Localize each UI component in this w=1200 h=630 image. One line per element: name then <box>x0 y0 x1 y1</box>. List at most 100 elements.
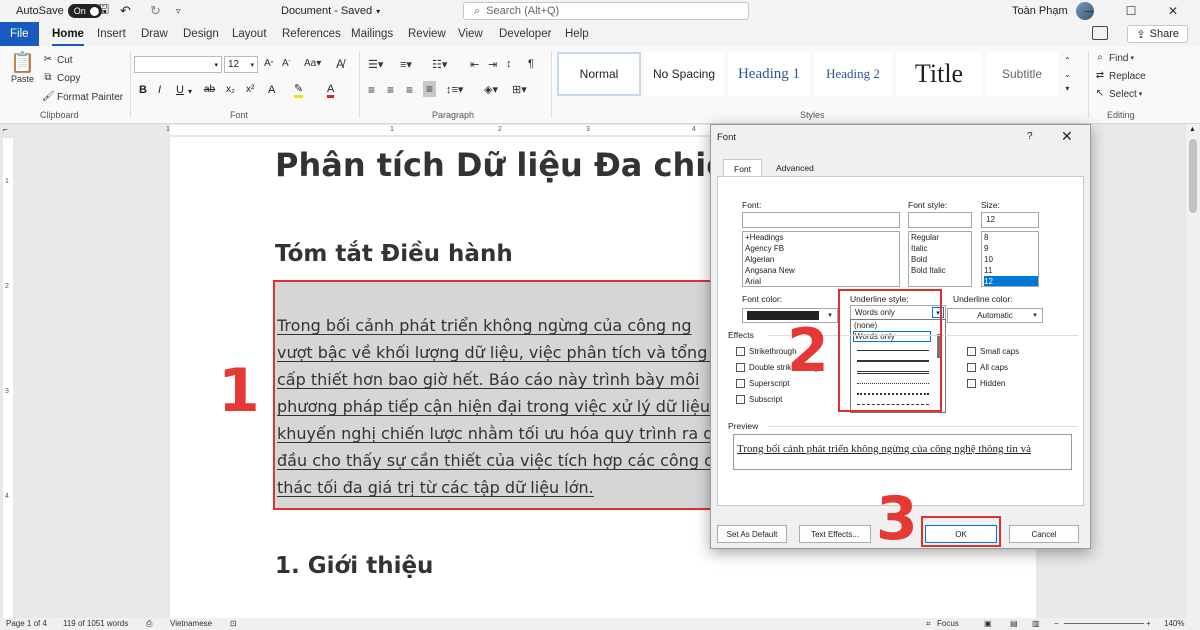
style-title[interactable]: Title <box>896 52 982 96</box>
tab-view[interactable]: View <box>458 22 483 46</box>
tab-mailings[interactable]: Mailings <box>351 22 393 46</box>
select-button[interactable]: ↖ Select ▾ <box>1094 88 1143 100</box>
document-title[interactable]: Document - Saved ▾ <box>281 0 380 22</box>
align-center-icon[interactable]: ≡ <box>387 83 394 97</box>
zoom-slider[interactable] <box>1064 623 1144 624</box>
superscript-button[interactable]: x² <box>246 84 254 95</box>
change-case-button[interactable]: Aa▾ <box>304 58 321 69</box>
superscript-checkbox[interactable]: Superscript <box>736 379 789 388</box>
sort-icon[interactable]: ↕ <box>506 58 512 70</box>
close-icon[interactable]: ✕ <box>1061 128 1073 145</box>
tab-references[interactable]: References <box>282 22 341 46</box>
tab-developer[interactable]: Developer <box>499 22 551 46</box>
vertical-ruler[interactable]: 1 2 3 4 <box>0 138 16 618</box>
minimize-icon[interactable]: ─ <box>1068 0 1110 22</box>
style-no-spacing[interactable]: No Spacing <box>644 52 724 96</box>
scroll-thumb[interactable] <box>1189 139 1197 213</box>
help-icon[interactable]: ? <box>1027 131 1033 142</box>
zoom-in-icon[interactable]: + <box>1146 619 1151 628</box>
close-window-icon[interactable]: ✕ <box>1152 0 1194 22</box>
size-list-item-selected[interactable]: 12 <box>984 276 1038 286</box>
style-list-item[interactable]: Bold Italic <box>911 265 971 276</box>
font-color-icon[interactable]: A <box>327 84 335 98</box>
size-list-item[interactable]: 9 <box>984 243 1038 254</box>
scroll-up-icon[interactable]: ▲ <box>1189 126 1196 133</box>
justify-icon[interactable]: ≡ <box>423 81 437 97</box>
font-list-item[interactable]: Arial <box>745 276 899 286</box>
style-list-item[interactable]: Regular <box>911 232 971 243</box>
subscript-checkbox[interactable]: Subscript <box>736 395 782 404</box>
undo-icon[interactable]: ↶ <box>120 0 131 22</box>
increase-indent-icon[interactable]: ⇥ <box>488 58 497 71</box>
vertical-scrollbar[interactable]: ▲ <box>1186 124 1200 618</box>
size-list-item[interactable]: 11 <box>984 265 1038 276</box>
line-spacing-icon[interactable]: ↕≡▾ <box>446 83 463 96</box>
style-list-item[interactable]: Italic <box>911 243 971 254</box>
format-painter-button[interactable]: 🖌 Format Painter <box>42 91 123 103</box>
clear-formatting-icon[interactable]: A̸ <box>336 57 344 71</box>
print-layout-icon[interactable]: ▤ <box>1010 619 1018 628</box>
multilevel-list-icon[interactable]: ☷▾ <box>432 58 447 71</box>
font-name-select[interactable]: ▾ <box>134 56 222 73</box>
tab-file[interactable]: File <box>0 22 39 46</box>
comments-icon[interactable] <box>1092 26 1108 40</box>
paste-button[interactable]: 📋 Paste <box>10 52 35 84</box>
underline-dropdown[interactable]: ▾ <box>188 87 192 96</box>
save-icon[interactable]: 🖫 <box>98 0 109 22</box>
read-mode-icon[interactable]: ▣ <box>984 619 992 628</box>
font-list-item[interactable]: Algerian <box>745 254 899 265</box>
style-normal[interactable]: Normal <box>557 52 641 96</box>
focus-icon[interactable]: ⌗ <box>926 619 931 629</box>
tab-help[interactable]: Help <box>565 22 589 46</box>
autosave[interactable]: AutoSave On <box>16 0 102 22</box>
style-list-item[interactable]: Bold <box>911 254 971 265</box>
styles-scroll[interactable]: ⌃ ⌄ ▾ <box>1064 54 1071 96</box>
grow-font-button[interactable]: A ^ <box>264 58 274 69</box>
text-effects-icon[interactable]: A <box>268 84 275 96</box>
copy-button[interactable]: ⧉ Copy <box>42 72 80 84</box>
tab-review[interactable]: Review <box>408 22 446 46</box>
italic-button[interactable]: I <box>158 84 161 96</box>
web-layout-icon[interactable]: ▥ <box>1032 619 1040 628</box>
zoom-out-icon[interactable]: − <box>1054 619 1059 628</box>
numbering-icon[interactable]: ≡▾ <box>400 58 412 71</box>
cancel-button[interactable]: Cancel <box>1009 525 1079 543</box>
font-list-item[interactable]: +Headings <box>745 232 899 243</box>
all-caps-checkbox[interactable]: All caps <box>967 363 1008 372</box>
proofing-icon[interactable]: ⎙ <box>146 619 152 629</box>
accessibility-icon[interactable]: ⊡ <box>230 619 237 628</box>
shrink-font-button[interactable]: Aˇ <box>282 58 291 69</box>
maximize-icon[interactable]: ☐ <box>1110 0 1152 22</box>
borders-icon[interactable]: ⊞▾ <box>512 83 527 96</box>
cut-button[interactable]: ✂ Cut <box>42 54 73 66</box>
word-count[interactable]: 119 of 1051 words <box>63 619 128 628</box>
redo-icon[interactable]: ↻ <box>150 0 161 22</box>
set-as-default-button[interactable]: Set As Default <box>717 525 787 543</box>
font-style-list[interactable]: Regular Italic Bold Bold Italic <box>908 231 972 287</box>
tab-selector-icon[interactable]: ⌐ <box>3 125 8 134</box>
style-heading-1[interactable]: Heading 1 <box>728 52 810 96</box>
show-formatting-icon[interactable]: ¶ <box>528 58 534 70</box>
focus-mode[interactable]: Focus <box>937 619 959 628</box>
highlight-icon[interactable]: ✎ <box>294 84 304 98</box>
font-list-item[interactable]: Angsana New <box>745 265 899 276</box>
tab-advanced[interactable]: Advanced <box>766 159 824 177</box>
tab-insert[interactable]: Insert <box>97 22 126 46</box>
subscript-button[interactable]: x₂ <box>226 84 235 95</box>
language[interactable]: Vietnamese <box>170 619 212 628</box>
shading-icon[interactable]: ◈▾ <box>484 83 498 96</box>
font-list-item[interactable]: Agency FB <box>745 243 899 254</box>
underline-color-select[interactable]: Automatic ▾ <box>947 308 1043 323</box>
font-size-select[interactable]: 12 ▾ <box>224 56 258 73</box>
tab-home[interactable]: Home <box>52 22 84 46</box>
font-list[interactable]: +Headings Agency FB Algerian Angsana New… <box>742 231 900 287</box>
page-count[interactable]: Page 1 of 4 <box>6 619 47 628</box>
font-name-input[interactable] <box>742 212 900 228</box>
zoom-level[interactable]: 140% <box>1164 619 1184 628</box>
decrease-indent-icon[interactable]: ⇤ <box>470 58 479 71</box>
strikethrough-button[interactable]: ab <box>204 84 215 95</box>
bullets-icon[interactable]: ☰▾ <box>368 58 383 71</box>
text-effects-button[interactable]: Text Effects... <box>799 525 871 543</box>
size-input[interactable]: 12 <box>981 212 1039 228</box>
font-style-input[interactable] <box>908 212 972 228</box>
